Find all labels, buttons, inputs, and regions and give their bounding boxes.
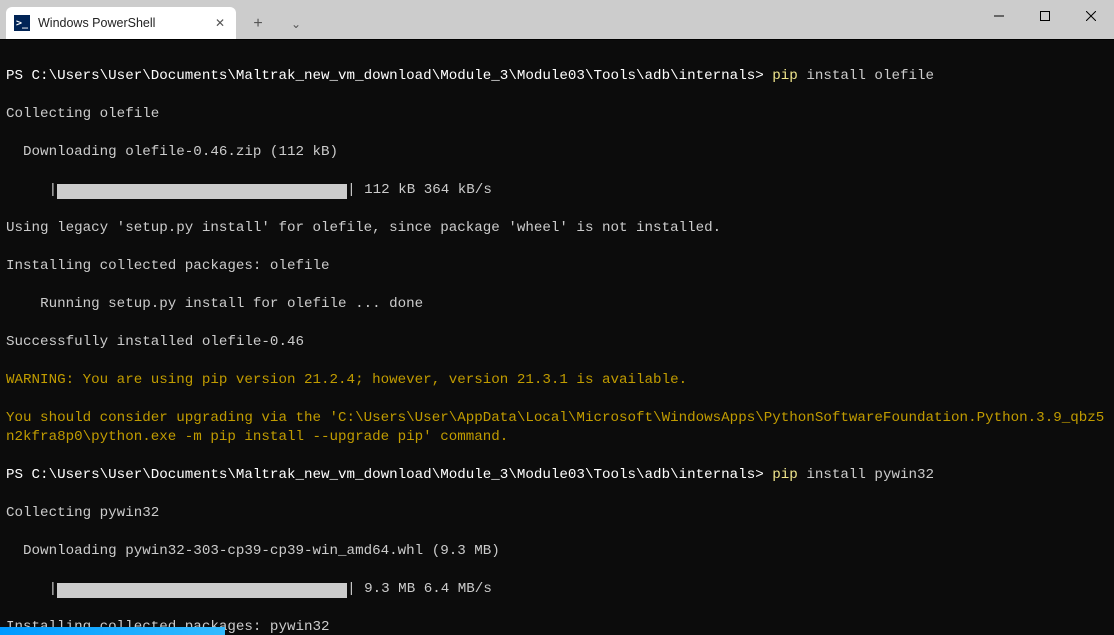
tab-powershell[interactable]: >_ Windows PowerShell ✕ [6, 7, 236, 39]
taskbar-fragment [0, 627, 225, 635]
progress-bar [57, 583, 347, 598]
output-line: Downloading pywin32-303-cp39-cp39-win_am… [6, 542, 1108, 561]
titlebar: >_ Windows PowerShell ✕ + ⌄ [0, 0, 1114, 40]
tab-actions: + ⌄ [236, 0, 306, 39]
minimize-button[interactable] [976, 0, 1022, 32]
prompt-line: PS C:\Users\User\Documents\Maltrak_new_v… [6, 466, 1108, 485]
tab-strip: >_ Windows PowerShell ✕ + ⌄ [0, 0, 306, 39]
warning-line: WARNING: You are using pip version 21.2.… [6, 371, 1108, 390]
progress-line: | | 112 kB 364 kB/s [6, 181, 1108, 200]
maximize-icon [1040, 11, 1050, 21]
progress-prefix: | [6, 580, 57, 599]
prompt-line: PS C:\Users\User\Documents\Maltrak_new_v… [6, 67, 1108, 86]
terminal-output[interactable]: PS C:\Users\User\Documents\Maltrak_new_v… [0, 40, 1114, 635]
command-args: install pywin32 [798, 467, 934, 483]
maximize-button[interactable] [1022, 0, 1068, 32]
close-icon [1086, 11, 1096, 21]
prompt-path: PS C:\Users\User\Documents\Maltrak_new_v… [6, 68, 764, 84]
progress-suffix: | 9.3 MB 6.4 MB/s [347, 580, 492, 599]
tab-title: Windows PowerShell [38, 16, 212, 30]
output-line: Using legacy 'setup.py install' for olef… [6, 219, 1108, 238]
window-controls [976, 0, 1114, 32]
command-exe: pip [772, 68, 798, 84]
command-args: install olefile [798, 68, 934, 84]
output-line: Collecting pywin32 [6, 504, 1108, 523]
tab-dropdown-button[interactable]: ⌄ [286, 8, 306, 40]
output-line: Downloading olefile-0.46.zip (112 kB) [6, 143, 1108, 162]
new-tab-button[interactable]: + [248, 8, 268, 40]
progress-prefix: | [6, 181, 57, 200]
output-line: Collecting olefile [6, 105, 1108, 124]
minimize-icon [994, 11, 1004, 21]
progress-line: | | 9.3 MB 6.4 MB/s [6, 580, 1108, 599]
output-line: Running setup.py install for olefile ...… [6, 295, 1108, 314]
close-window-button[interactable] [1068, 0, 1114, 32]
prompt-path: PS C:\Users\User\Documents\Maltrak_new_v… [6, 467, 764, 483]
close-tab-icon[interactable]: ✕ [212, 15, 228, 31]
warning-line: You should consider upgrading via the 'C… [6, 409, 1108, 447]
output-line: Successfully installed olefile-0.46 [6, 333, 1108, 352]
progress-bar [57, 184, 347, 199]
powershell-icon: >_ [14, 15, 30, 31]
command-exe: pip [772, 467, 798, 483]
progress-suffix: | 112 kB 364 kB/s [347, 181, 492, 200]
output-line: Installing collected packages: olefile [6, 257, 1108, 276]
